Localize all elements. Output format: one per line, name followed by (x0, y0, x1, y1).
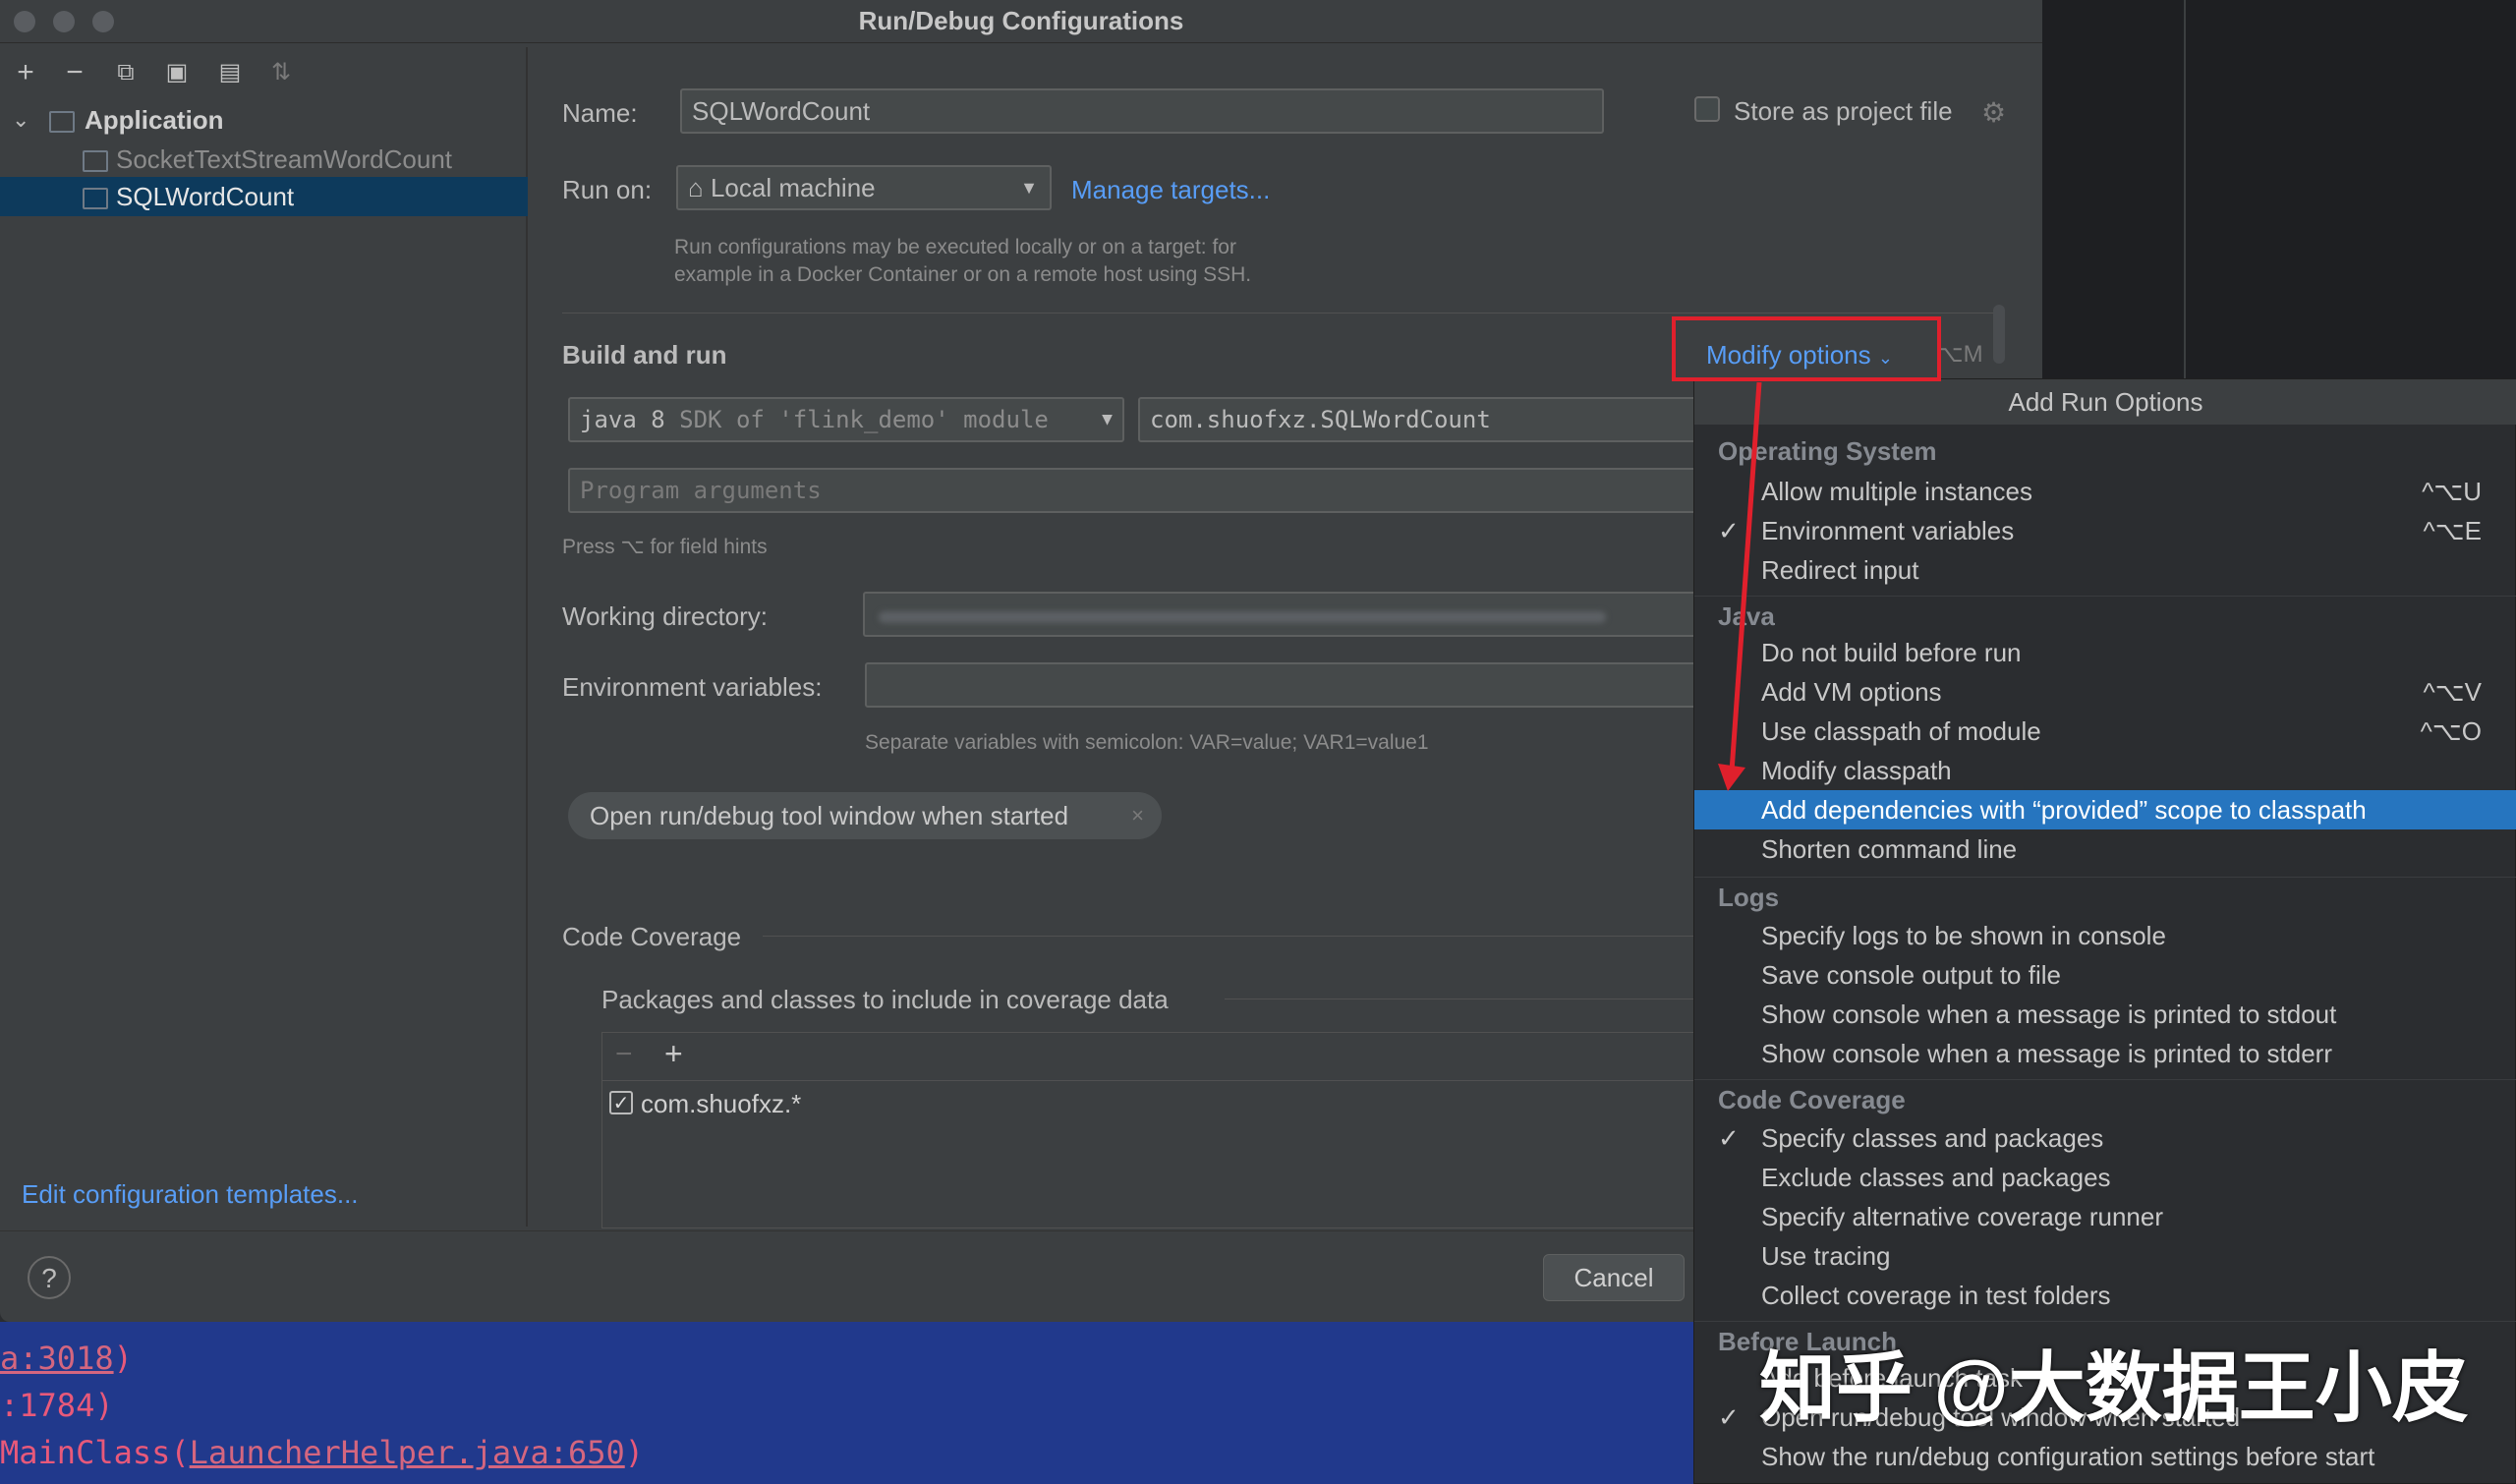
config-tree-panel (0, 47, 528, 1227)
store-project-checkbox[interactable] (1694, 96, 1720, 122)
open-tool-window-chip[interactable]: Open run/debug tool window when started … (568, 792, 1162, 839)
main-class-input[interactable]: com.shuofxz.SQLWordCount (1138, 397, 1708, 442)
console-line: MainClass(LauncherHelper.java:650) (0, 1434, 645, 1471)
coverage-item-label: com.shuofxz.* (641, 1089, 802, 1118)
application-icon (49, 111, 75, 134)
program-arguments-input[interactable]: Program arguments (568, 468, 1708, 513)
dropdown-arrow-icon: ▼ (1102, 399, 1113, 440)
sdk-module: SDK of 'flink_demo' module (679, 406, 1049, 433)
coverage-item-checkbox[interactable]: ✓ (609, 1091, 633, 1114)
edit-templates-link[interactable]: Edit configuration templates... (22, 1179, 359, 1210)
menu-separator (1694, 1321, 2516, 1322)
menu-item-save-console-output[interactable]: Save console output to file (1694, 955, 2516, 995)
sort-icon[interactable]: ⇅ (265, 57, 297, 88)
tree-item-sqlwordcount[interactable]: SQLWordCount (0, 177, 528, 216)
menu-item-collect-coverage-tests[interactable]: Collect coverage in test folders (1694, 1276, 2516, 1315)
store-project-label: Store as project file (1734, 96, 1953, 126)
cancel-button[interactable]: Cancel (1543, 1254, 1685, 1301)
highlight-box (1672, 316, 1941, 381)
save-icon[interactable]: ▣ (161, 57, 193, 88)
dialog-title: Run/Debug Configurations (858, 6, 1184, 35)
packages-label: Packages and classes to include in cover… (601, 985, 1169, 1014)
run-on-hint: example in a Docker Container or on a re… (674, 263, 1252, 286)
environment-variables-hint: Separate variables with semicolon: VAR=v… (865, 731, 1429, 754)
tree-root-label: Application (85, 105, 224, 135)
code-coverage-heading: Code Coverage (562, 922, 742, 951)
name-label: Name: (562, 98, 638, 128)
tree-root-application[interactable]: ⌄ Application (0, 100, 528, 140)
run-on-label: Run on: (562, 175, 653, 204)
plus-icon[interactable]: + (664, 1036, 683, 1072)
section-separator (562, 313, 1997, 314)
menu-item-use-classpath-of-module[interactable]: Use classpath of module ^⌥O (1694, 712, 2516, 751)
menu-item-show-console-stderr[interactable]: Show console when a message is printed t… (1694, 1034, 2516, 1073)
environment-variables-label: Environment variables: (562, 672, 823, 702)
menu-item-alternative-runner[interactable]: Specify alternative coverage runner (1694, 1197, 2516, 1236)
console-link[interactable]: a:3018 (0, 1340, 114, 1377)
manage-targets-link[interactable]: Manage targets... (1071, 175, 1270, 205)
sdk-version: java 8 (580, 406, 665, 433)
console-link[interactable]: LauncherHelper.java:650 (190, 1434, 625, 1471)
menu-separator (1694, 596, 2516, 597)
annotation-arrow (1718, 381, 1762, 791)
name-input[interactable]: SQLWordCount (680, 88, 1604, 134)
build-and-run-heading: Build and run (562, 340, 727, 370)
environment-variables-input[interactable] (865, 662, 1700, 708)
blurred-path (879, 611, 1606, 623)
sdk-select[interactable]: java 8 SDK of 'flink_demo' module ▼ (568, 397, 1124, 442)
section-separator (763, 936, 1696, 937)
menu-item-do-not-build[interactable]: Do not build before run (1694, 633, 2516, 672)
help-button[interactable]: ? (28, 1256, 71, 1299)
menu-item-show-console-stdout[interactable]: Show console when a message is printed t… (1694, 995, 2516, 1034)
menu-item-add-vm-options[interactable]: Add VM options ^⌥V (1694, 672, 2516, 712)
console-line: :1784) (0, 1387, 114, 1424)
config-file-icon (83, 150, 108, 173)
tree-item-label: SQLWordCount (116, 182, 295, 211)
popup-title: Add Run Options (1694, 379, 2516, 425)
menu-item-add-provided-dependencies[interactable]: Add dependencies with “provided” scope t… (1694, 790, 2516, 829)
add-run-options-popup: Add Run Options Operating System Allow m… (1693, 378, 2516, 1484)
minus-icon[interactable]: − (59, 57, 90, 88)
working-directory-input[interactable] (863, 592, 1698, 637)
watermark: 知乎 @大数据王小皮 (1759, 1344, 2469, 1431)
gear-icon[interactable]: ⚙ (1981, 96, 2006, 129)
group-logs: Logs (1718, 883, 1780, 912)
field-hints-text: Press ⌥ for field hints (562, 536, 768, 558)
checkmark-icon: ✓ (1718, 1402, 1740, 1432)
menu-item-specify-classes[interactable]: ✓ Specify classes and packages (1694, 1118, 2516, 1158)
minus-icon[interactable]: − (615, 1038, 633, 1071)
checkmark-icon: ✓ (1718, 1123, 1740, 1153)
chip-label: Open run/debug tool window when started (590, 801, 1069, 830)
copy-icon[interactable]: ⧉ (110, 57, 142, 88)
config-file-icon (83, 188, 108, 210)
working-directory-label: Working directory: (562, 601, 769, 631)
coverage-list-toolbar (601, 1032, 1698, 1081)
menu-item-use-tracing[interactable]: Use tracing (1694, 1236, 2516, 1276)
tree-item-sockettextstreamwordcount[interactable]: SocketTextStreamWordCount (0, 140, 528, 179)
run-on-value: Local machine (710, 173, 876, 202)
run-on-select[interactable]: ⌂ Local machine ▼ (676, 165, 1052, 210)
menu-item-modify-classpath[interactable]: Modify classpath (1694, 751, 2516, 790)
menu-separator (1694, 1079, 2516, 1080)
console-line: a:3018) (0, 1340, 133, 1377)
home-icon: ⌂ (688, 173, 704, 202)
menu-item-exclude-classes[interactable]: Exclude classes and packages (1694, 1158, 2516, 1197)
run-on-hint: Run configurations may be executed local… (674, 236, 1236, 258)
dropdown-arrow-icon: ▼ (1020, 178, 1038, 198)
menu-separator (1694, 877, 2516, 878)
chevron-down-icon[interactable]: ⌄ (12, 100, 29, 140)
menu-item-allow-multiple-instances[interactable]: Allow multiple instances ^⌥U (1694, 472, 2516, 511)
plus-icon[interactable]: + (10, 57, 41, 88)
menu-item-show-settings-before-start[interactable]: Show the run/debug configuration setting… (1694, 1437, 2516, 1476)
group-code-coverage: Code Coverage (1718, 1085, 1906, 1114)
scrollbar[interactable] (1993, 305, 2005, 364)
menu-item-specify-logs[interactable]: Specify logs to be shown in console (1694, 916, 2516, 955)
tree-item-label: SocketTextStreamWordCount (116, 144, 452, 174)
menu-item-shorten-command-line[interactable]: Shorten command line (1694, 829, 2516, 869)
menu-item-environment-variables[interactable]: ✓ Environment variables ^⌥E (1694, 511, 2516, 550)
close-icon[interactable]: × (1131, 792, 1144, 839)
modify-options-shortcut: ⌥M (1936, 341, 1983, 368)
folder-add-icon[interactable]: ▤ (214, 57, 246, 88)
menu-item-redirect-input[interactable]: Redirect input (1694, 550, 2516, 590)
